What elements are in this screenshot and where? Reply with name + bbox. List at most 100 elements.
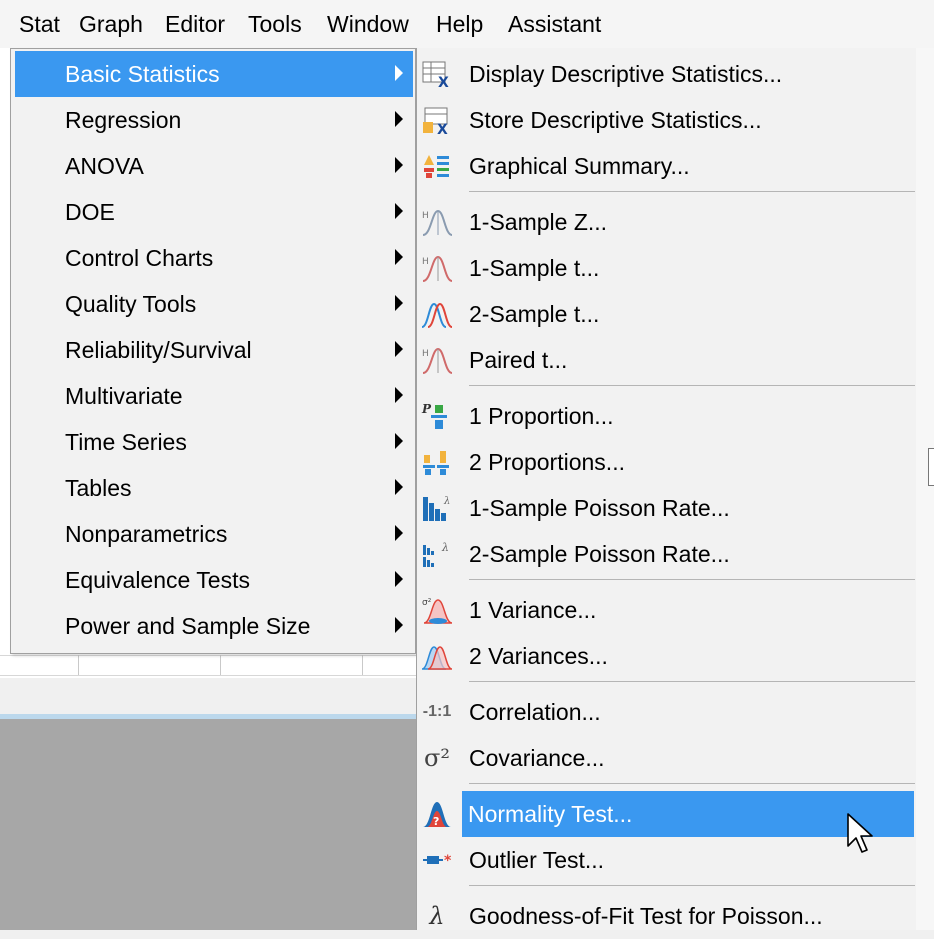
stat-menu-item[interactable]: Time Series bbox=[15, 419, 413, 465]
two-sample-t-icon bbox=[421, 299, 453, 329]
svg-text:X: X bbox=[438, 75, 449, 89]
menu-separator bbox=[469, 681, 915, 682]
status-area bbox=[0, 678, 420, 716]
stat-menu-item[interactable]: Control Charts bbox=[15, 235, 413, 281]
submenu-item[interactable]: σ² Covariance... bbox=[417, 735, 915, 781]
submenu-item[interactable]: λ 1-Sample Poisson Rate... bbox=[417, 485, 915, 531]
stat-menu-item[interactable]: Multivariate bbox=[15, 373, 413, 419]
menu-item-label: Tables bbox=[65, 475, 132, 501]
menu-item-label: Control Charts bbox=[65, 245, 214, 271]
menu-separator bbox=[469, 885, 915, 886]
stat-menu-item[interactable]: Quality Tools bbox=[15, 281, 413, 327]
menu-graph[interactable]: Graph bbox=[76, 0, 146, 48]
submenu-item[interactable]: X Display Descriptive Statistics... bbox=[417, 51, 915, 97]
submenu-item[interactable]: 2 Proportions... bbox=[417, 439, 915, 485]
submenu-item-label: 1 Proportion... bbox=[469, 403, 614, 429]
submenu-item-label: Goodness-of-Fit Test for Poisson... bbox=[469, 903, 823, 929]
svg-text:λ: λ bbox=[441, 541, 449, 554]
splitter-handle[interactable] bbox=[928, 448, 934, 486]
submenu-item[interactable]: P 1 Proportion... bbox=[417, 393, 915, 439]
paired-t-icon: H bbox=[421, 345, 453, 375]
stat-menu-item[interactable]: DOE bbox=[15, 189, 413, 235]
stat-menu: Basic Statistics Regression ANOVA DOE Co… bbox=[10, 48, 416, 654]
two-variances-icon bbox=[421, 641, 453, 671]
menu-item-label: Time Series bbox=[65, 429, 187, 455]
worksheet-gridline bbox=[0, 675, 420, 676]
menu-help[interactable]: Help bbox=[433, 0, 486, 48]
two-sample-poisson-icon: λ bbox=[421, 539, 453, 569]
worksheet-gridline bbox=[0, 655, 420, 656]
submenu-item[interactable]: σ² 1 Variance... bbox=[417, 587, 915, 633]
menu-item-label: Power and Sample Size bbox=[65, 613, 311, 639]
menu-separator bbox=[469, 385, 915, 386]
one-proportion-icon: P bbox=[421, 401, 453, 431]
submenu-item-label: 2 Proportions... bbox=[469, 449, 625, 475]
menu-editor[interactable]: Editor bbox=[162, 0, 228, 48]
stat-menu-item[interactable]: Equivalence Tests bbox=[15, 557, 413, 603]
menu-stat[interactable]: Stat bbox=[16, 0, 63, 48]
menu-item-label: Equivalence Tests bbox=[65, 567, 250, 593]
normality-test-icon: ? bbox=[421, 799, 453, 829]
one-sample-t-icon: H bbox=[421, 253, 453, 283]
menu-separator bbox=[469, 579, 915, 580]
menu-item-label: Multivariate bbox=[65, 383, 183, 409]
menu-item-label: Basic Statistics bbox=[65, 61, 220, 87]
svg-text:H: H bbox=[422, 349, 429, 359]
submenu-item-label: Graphical Summary... bbox=[469, 153, 690, 179]
correlation-icon: -1:1 bbox=[422, 703, 452, 720]
menu-item-label: Reliability/Survival bbox=[65, 337, 252, 363]
submenu-item-label: Store Descriptive Statistics... bbox=[469, 107, 762, 133]
submenu-item[interactable]: λ Goodness-of-Fit Test for Poisson... bbox=[417, 893, 915, 939]
menu-assistant[interactable]: Assistant bbox=[505, 0, 604, 48]
submenu-arrow-icon bbox=[395, 571, 403, 587]
submenu-item-label: 2-Sample Poisson Rate... bbox=[469, 541, 730, 567]
menu-separator bbox=[469, 191, 915, 192]
submenu-item-label: Correlation... bbox=[469, 699, 601, 725]
submenu-item[interactable]: λ 2-Sample Poisson Rate... bbox=[417, 531, 915, 577]
one-sample-poisson-icon: λ bbox=[421, 493, 453, 523]
covariance-icon: σ² bbox=[423, 744, 450, 772]
submenu-item[interactable]: -1:1 Correlation... bbox=[417, 689, 915, 735]
submenu-item[interactable]: Graphical Summary... bbox=[417, 143, 915, 189]
menu-window[interactable]: Window bbox=[324, 0, 412, 48]
submenu-item-label: Outlier Test... bbox=[469, 847, 605, 873]
submenu-item[interactable]: H Paired t... bbox=[417, 337, 915, 383]
svg-text:H: H bbox=[422, 257, 429, 267]
submenu-item[interactable]: 2 Variances... bbox=[417, 633, 915, 679]
submenu-item[interactable]: 2-Sample t... bbox=[417, 291, 915, 337]
stat-menu-item[interactable]: Reliability/Survival bbox=[15, 327, 413, 373]
stat-menu-item[interactable]: Nonparametrics bbox=[15, 511, 413, 557]
worksheet-column-divider bbox=[362, 655, 363, 675]
submenu-arrow-icon bbox=[395, 341, 403, 357]
lambda-icon: λ bbox=[429, 902, 445, 930]
menu-item-label: DOE bbox=[65, 199, 115, 225]
menu-item-label: Nonparametrics bbox=[65, 521, 228, 547]
store-descriptive-stats-icon: X bbox=[421, 105, 453, 135]
submenu-item-label: 1-Sample t... bbox=[469, 255, 600, 281]
submenu-item[interactable]: X Store Descriptive Statistics... bbox=[417, 97, 915, 143]
svg-text:*: * bbox=[444, 853, 452, 869]
submenu-arrow-icon bbox=[395, 617, 403, 633]
stat-menu-item[interactable]: ANOVA bbox=[15, 143, 413, 189]
menu-item-label: ANOVA bbox=[65, 153, 144, 179]
output-pane bbox=[0, 719, 420, 930]
menu-separator bbox=[469, 783, 915, 784]
stat-menu-item[interactable]: Regression bbox=[15, 97, 413, 143]
stat-menu-item[interactable]: Basic Statistics bbox=[15, 51, 413, 97]
submenu-item[interactable]: H 1-Sample t... bbox=[417, 245, 915, 291]
submenu-item-label: Covariance... bbox=[469, 745, 605, 771]
normality-test-label[interactable]: Normality Test... bbox=[468, 791, 632, 837]
submenu-item-label: 1 Variance... bbox=[469, 597, 597, 623]
svg-text:H: H bbox=[422, 211, 429, 221]
menu-bar: Stat Graph Editor Tools Window Help Assi… bbox=[0, 0, 934, 49]
submenu-item[interactable]: H 1-Sample Z... bbox=[417, 199, 915, 245]
menu-tools[interactable]: Tools bbox=[245, 0, 305, 48]
submenu-arrow-icon bbox=[395, 111, 403, 127]
stat-menu-item[interactable]: Power and Sample Size bbox=[15, 603, 413, 649]
stat-menu-item[interactable]: Tables bbox=[15, 465, 413, 511]
submenu-arrow-icon bbox=[395, 387, 403, 403]
one-variance-icon: σ² bbox=[421, 595, 453, 625]
submenu-item[interactable]: * Outlier Test... bbox=[417, 837, 915, 883]
submenu-arrow-icon bbox=[395, 433, 403, 449]
submenu-item-label: 1-Sample Z... bbox=[469, 209, 608, 235]
